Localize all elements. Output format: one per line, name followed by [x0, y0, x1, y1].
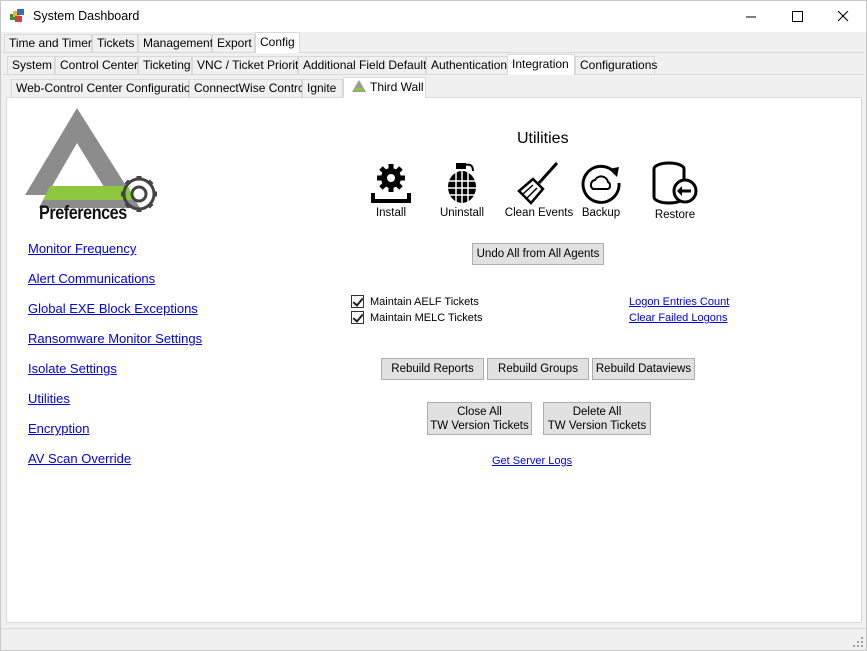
config-tab-row: System Control Center Ticketing VNC / Ti…: [1, 54, 866, 75]
backup-label: Backup: [581, 207, 621, 219]
tab-configurations[interactable]: Configurations: [575, 56, 657, 74]
delete-all-line1: Delete All: [572, 405, 622, 418]
uninstall-label: Uninstall: [439, 207, 485, 219]
tab-third-wall-label: Third Wall: [370, 80, 424, 94]
tab-ticketing[interactable]: Ticketing: [138, 56, 192, 74]
link-alert-communications[interactable]: Alert Communications: [28, 271, 155, 286]
tab-ignite[interactable]: Ignite: [302, 79, 343, 97]
utilities-heading: Utilities: [517, 130, 569, 147]
tab-connectwise-control[interactable]: ConnectWise Control: [189, 79, 307, 97]
link-global-exe-block-exceptions[interactable]: Global EXE Block Exceptions: [28, 301, 198, 316]
tab-integration[interactable]: Integration: [507, 54, 575, 75]
aelf-checkbox-row[interactable]: Maintain AELF Tickets: [351, 295, 479, 308]
restore-database-icon: [652, 161, 698, 205]
integration-tab-row: Web-Control Center Configuration Connect…: [1, 77, 866, 98]
close-button[interactable]: [820, 1, 866, 32]
backup-button[interactable]: Backup: [561, 161, 641, 219]
link-monitor-frequency[interactable]: Monitor Frequency: [28, 241, 136, 256]
tab-config[interactable]: Config: [255, 32, 300, 53]
backup-cloud-icon: [581, 164, 621, 204]
melc-checkbox-label: Maintain MELC Tickets: [370, 311, 483, 324]
link-logon-entries-count[interactable]: Logon Entries Count: [629, 296, 729, 308]
broom-icon: [517, 161, 559, 205]
tab-system[interactable]: System: [7, 56, 55, 74]
tab-third-wall[interactable]: Third Wall: [343, 77, 426, 98]
rebuild-groups-button[interactable]: Rebuild Groups: [487, 358, 589, 380]
resize-grip-icon[interactable]: [853, 637, 863, 647]
link-av-scan-override[interactable]: AV Scan Override: [28, 451, 131, 466]
delete-all-tw-tickets-button[interactable]: Delete All TW Version Tickets: [543, 402, 651, 435]
tab-control-center[interactable]: Control Center: [55, 56, 138, 74]
delete-all-line2: TW Version Tickets: [547, 419, 647, 432]
close-all-line1: Close All: [457, 405, 502, 418]
install-gear-icon: [371, 164, 411, 203]
app-window: System Dashboard Time and Timers Tickets…: [0, 0, 867, 651]
tab-tickets[interactable]: Tickets: [92, 34, 138, 52]
rebuild-dataviews-button[interactable]: Rebuild Dataviews: [592, 358, 695, 380]
aelf-checkbox-label: Maintain AELF Tickets: [370, 295, 479, 308]
window-title: System Dashboard: [33, 9, 140, 23]
link-get-server-logs[interactable]: Get Server Logs: [492, 455, 572, 467]
restore-button[interactable]: Restore: [635, 161, 715, 221]
status-bar: [1, 628, 866, 650]
tab-web-control-center-configuration[interactable]: Web-Control Center Configuration: [11, 79, 197, 97]
melc-checkbox-row[interactable]: Maintain MELC Tickets: [351, 311, 482, 324]
link-isolate-settings[interactable]: Isolate Settings: [28, 361, 117, 376]
restore-label: Restore: [654, 209, 696, 221]
maximize-icon: [791, 11, 803, 22]
tab-authentication[interactable]: Authentication: [426, 56, 508, 74]
uninstall-button[interactable]: Uninstall: [422, 161, 502, 219]
tab-export[interactable]: Export: [212, 34, 255, 52]
tab-time-and-timers[interactable]: Time and Timers: [4, 34, 98, 52]
app-icon: [10, 9, 24, 22]
main-tab-row: Time and Timers Tickets Management Expor…: [1, 32, 866, 53]
tab-vnc-ticket-priority[interactable]: VNC / Ticket Priority: [192, 56, 304, 74]
close-all-line2: TW Version Tickets: [430, 419, 529, 432]
title-bar: System Dashboard: [1, 1, 866, 32]
aelf-checkbox[interactable]: [351, 295, 364, 308]
install-label: Install: [375, 207, 407, 219]
minimize-icon: [745, 16, 756, 18]
melc-checkbox[interactable]: [351, 311, 364, 324]
logo-text: Preferences: [39, 203, 127, 224]
install-button[interactable]: Install: [351, 161, 431, 219]
link-utilities[interactable]: Utilities: [28, 391, 70, 406]
minimize-button[interactable]: [728, 1, 774, 32]
link-clear-failed-logons[interactable]: Clear Failed Logons: [629, 312, 727, 324]
third-wall-panel: Preferences Monitor Frequency Alert Comm…: [6, 97, 862, 623]
close-all-tw-tickets-button[interactable]: Close All TW Version Tickets: [427, 402, 532, 435]
tab-additional-field-defaults[interactable]: Additional Field Defaults: [298, 56, 432, 74]
grenade-icon: [448, 163, 476, 203]
close-icon: [837, 11, 848, 22]
third-wall-logo-icon: [352, 80, 366, 92]
undo-all-button[interactable]: Undo All from All Agents: [472, 243, 604, 265]
link-ransomware-monitor-settings[interactable]: Ransomware Monitor Settings: [28, 331, 202, 346]
maximize-button[interactable]: [774, 1, 820, 32]
rebuild-reports-button[interactable]: Rebuild Reports: [381, 358, 484, 380]
link-encryption[interactable]: Encryption: [28, 421, 89, 436]
tab-management[interactable]: Management: [138, 34, 213, 52]
